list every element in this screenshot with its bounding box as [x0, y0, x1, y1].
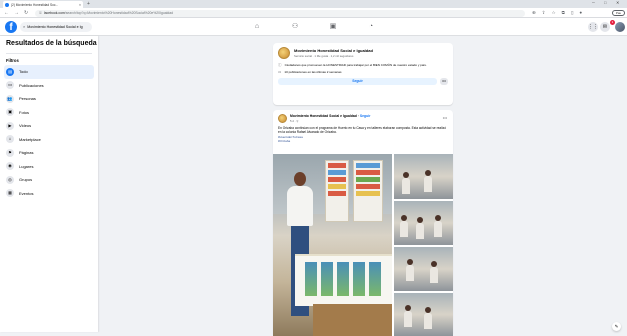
facebook-favicon-icon	[5, 2, 9, 7]
page-avatar[interactable]	[278, 47, 290, 59]
sidebar-item-label: Eventos	[19, 190, 34, 196]
sidebar-title: Resultados de la búsqueda	[6, 40, 97, 47]
browser-tab-strip: (2) Movimiento Honestidad Soc... × + ─ □…	[0, 0, 627, 8]
browser-tab[interactable]: (2) Movimiento Honestidad Soc... ×	[3, 1, 83, 8]
new-message-icon[interactable]: ✎	[612, 322, 621, 331]
sidebar-item-label: Fotos	[19, 109, 30, 115]
post-follow-link[interactable]: Seguir	[360, 114, 371, 118]
hashtag-link[interactable]: #Orizaba	[278, 139, 448, 143]
sidebar-item-marketplace[interactable]: ⌂ Marketplace	[4, 133, 94, 147]
close-window-icon[interactable]: ✕	[616, 0, 619, 5]
translate-icon[interactable]: ⊕	[532, 10, 536, 16]
profile-button[interactable]: Pau	[612, 9, 625, 16]
events-calendar-icon: ▦	[6, 189, 14, 198]
post-photo-thumb[interactable]	[394, 201, 453, 245]
posts-icon: ▭	[6, 81, 14, 90]
share-icon[interactable]: ⇪	[542, 10, 546, 16]
sidebar-item-fotos[interactable]: ▣ Fotos	[4, 106, 94, 120]
search-results-sidebar: Resultados de la búsqueda Filtros ▤ Todo…	[0, 36, 98, 332]
sidebar-item-personas[interactable]: 👥 Personas	[4, 92, 94, 106]
account-icon[interactable]: ●	[579, 10, 582, 16]
url-text[interactable]: facebook.com/search/top?q=Movimiento%20H…	[44, 11, 173, 15]
sidebar-icon[interactable]: ▯	[571, 10, 573, 16]
friends-icon[interactable]: ⚇	[288, 21, 302, 33]
main-nav: ⌂ ⚇ ▣ ◔	[250, 21, 378, 33]
groups-icon: ◎	[6, 175, 14, 184]
info-icon: ⓘ	[278, 63, 282, 67]
search-icon: ⌕	[23, 24, 26, 29]
post-photo-main[interactable]	[273, 154, 392, 336]
post-page-avatar[interactable]	[278, 114, 287, 123]
post-page-name[interactable]: Movimiento Honestidad Social e Igualdad	[290, 114, 357, 118]
home-icon[interactable]: ⌂	[250, 21, 264, 33]
page-description: Ciudadanos que promueven la HONESTIDAD p…	[284, 63, 427, 67]
follow-button[interactable]: Seguir	[278, 78, 437, 85]
sidebar-item-label: Personas	[19, 96, 36, 102]
page-result-card: Movimiento Honestidad Social e Igualdad …	[273, 43, 453, 105]
sidebar-item-lugares[interactable]: ◉ Lugares	[4, 160, 94, 174]
account-avatar[interactable]	[615, 22, 625, 32]
messenger-icon[interactable]: ✉	[600, 22, 610, 32]
sidebar-item-label: Grupos	[19, 177, 33, 183]
back-icon[interactable]: ←	[4, 10, 9, 16]
browser-address-bar: ← → ↻ ⚿ facebook.com/search/top?q=Movimi…	[0, 8, 627, 18]
sidebar-item-eventos[interactable]: ▦ Eventos	[4, 187, 94, 201]
facebook-header: f ⌕ ⌂ ⚇ ▣ ◔ ⋮⋮ ✉ 1	[0, 18, 627, 36]
facebook-search[interactable]: ⌕	[20, 21, 92, 32]
sidebar-item-grupos[interactable]: ◎ Grupos	[4, 173, 94, 187]
post-options-icon[interactable]: •••	[443, 115, 447, 120]
sidebar-item-label: Videos	[19, 123, 32, 129]
gaming-icon[interactable]: ◔	[364, 21, 378, 33]
notification-badge: 1	[610, 20, 615, 25]
menu-grid-icon[interactable]: ⋮⋮	[588, 22, 598, 32]
bookmark-star-icon[interactable]: ☆	[552, 10, 556, 16]
page-name-link[interactable]: Movimiento Honestidad Social e Igualdad	[294, 48, 373, 53]
divider	[6, 53, 92, 54]
people-icon: 👥	[6, 94, 14, 103]
posts-count-text: 10 publicaciones en las últimas 2 semana…	[284, 70, 342, 74]
post-photo-thumb[interactable]	[394, 293, 453, 336]
post-timestamp[interactable]: 5 d · ⚲	[290, 119, 370, 123]
posts-count-icon: ▭	[278, 70, 282, 74]
facebook-logo-icon[interactable]: f	[5, 21, 17, 33]
post-text: En Orizaba continúan con el programa de …	[278, 126, 446, 135]
tab-title: (2) Movimiento Honestidad Soc...	[11, 2, 59, 7]
reload-icon[interactable]: ↻	[24, 10, 28, 16]
new-tab-button[interactable]: +	[87, 1, 90, 7]
sidebar-item-paginas[interactable]: ⚑ Páginas	[4, 146, 94, 160]
browser-extensions: ⊕ ⇪ ☆ ⧉ ▯ ●	[532, 10, 582, 16]
sidebar-item-videos[interactable]: ▶ Videos	[4, 119, 94, 133]
video-icon: ▶	[6, 121, 14, 130]
more-options-button[interactable]: •••	[440, 78, 448, 85]
tab-close-icon[interactable]: ×	[79, 3, 81, 7]
post-photo-thumb[interactable]	[394, 154, 453, 199]
photos-icon: ▣	[6, 108, 14, 117]
sidebar-item-label: Marketplace	[19, 136, 41, 142]
watch-icon[interactable]: ▣	[326, 21, 340, 33]
sidebar-item-label: Lugares	[19, 163, 34, 169]
post-card: Movimiento Honestidad Social e Igualdad …	[273, 110, 453, 336]
url-bar[interactable]: ⚿ facebook.com/search/top?q=Movimiento%2…	[35, 9, 525, 17]
sidebar-item-label: Publicaciones	[19, 82, 44, 88]
forward-icon[interactable]: →	[14, 10, 19, 16]
filters-heading: Filtros	[6, 58, 19, 63]
site-info-icon[interactable]: ⚿	[39, 11, 42, 15]
pages-flag-icon: ⚑	[6, 148, 14, 157]
maximize-icon[interactable]: □	[604, 0, 606, 5]
all-results-icon: ▤	[6, 67, 14, 76]
sidebar-item-label: Todo	[19, 69, 28, 75]
minimize-icon[interactable]: ─	[592, 0, 595, 5]
page-meta: Servicio social · 1 Me gusta · 1,2 mil s…	[294, 54, 354, 58]
sidebar-item-label: Páginas	[19, 150, 34, 156]
marketplace-icon: ⌂	[6, 135, 14, 144]
post-photo-grid[interactable]	[273, 154, 453, 336]
post-photo-thumb[interactable]	[394, 247, 453, 291]
extensions-icon[interactable]: ⧉	[562, 10, 565, 16]
sidebar-item-todo[interactable]: ▤ Todo	[4, 65, 94, 79]
places-pin-icon: ◉	[6, 162, 14, 171]
sidebar-item-publicaciones[interactable]: ▭ Publicaciones	[4, 79, 94, 93]
search-input[interactable]	[27, 24, 89, 29]
